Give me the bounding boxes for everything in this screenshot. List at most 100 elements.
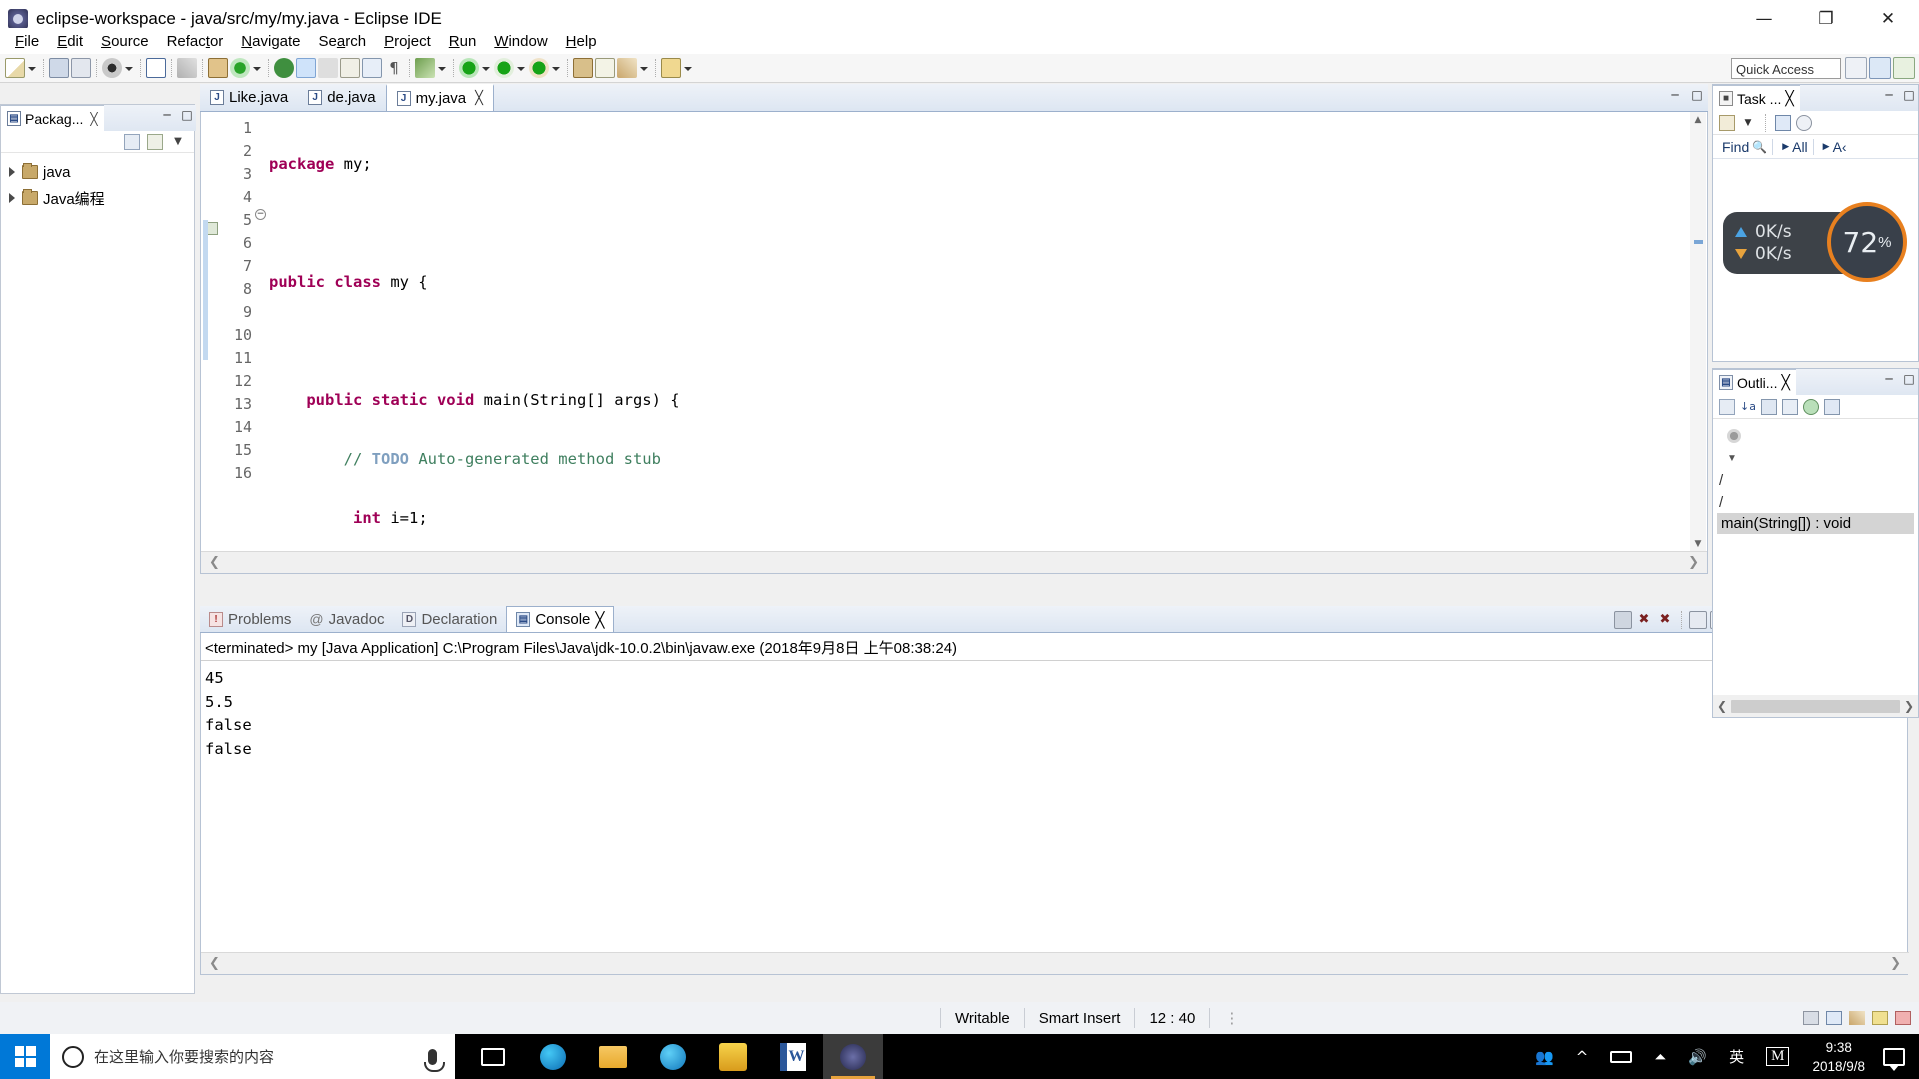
scroll-left-icon[interactable]: ❮	[209, 555, 220, 570]
menu-search[interactable]: Search	[310, 30, 376, 53]
tab-outline[interactable]: ▤ Outli... ╳	[1713, 369, 1796, 395]
close-icon[interactable]: ╳	[1781, 374, 1789, 391]
close-icon[interactable]: ╳	[595, 611, 604, 629]
menu-navigate[interactable]: Navigate	[232, 30, 309, 53]
search-icon[interactable]: 🔍	[1752, 140, 1767, 154]
minimize-icon[interactable]: ─	[1882, 373, 1896, 387]
taskbar-explorer-button[interactable]	[583, 1034, 643, 1079]
battery-icon[interactable]	[1599, 1050, 1643, 1063]
clear-console-icon[interactable]	[1689, 611, 1707, 629]
print-dropdown-arrow[interactable]	[123, 58, 134, 78]
scroll-right-icon[interactable]: ❯	[1688, 555, 1699, 570]
schedule-icon[interactable]	[1796, 114, 1812, 131]
sort-alphabetically-icon[interactable]: ↓a	[1740, 399, 1756, 415]
terminate-icon[interactable]	[1614, 611, 1632, 629]
tab-package-explorer[interactable]: ▤ Packag... ╳	[1, 105, 104, 131]
open-task-icon[interactable]	[362, 58, 382, 78]
remove-all-launches-icon[interactable]: ✖	[1656, 611, 1674, 629]
outline-item-package[interactable]	[1717, 425, 1914, 447]
scrollbar-thumb[interactable]	[1731, 699, 1900, 713]
code-content[interactable]: package my; public class my { public sta…	[269, 117, 1569, 573]
editor-tab-my-java[interactable]: J my.java ╳	[385, 84, 494, 111]
taskbar-word-button[interactable]: W	[763, 1034, 823, 1079]
hide-non-public-icon[interactable]	[1803, 398, 1819, 415]
maximize-icon[interactable]: □	[180, 109, 194, 123]
refresh-dropdown-arrow[interactable]	[251, 58, 262, 78]
remove-launch-icon[interactable]: ✖	[1635, 611, 1653, 629]
open-perspective-icon[interactable]	[1845, 57, 1867, 79]
editor-horizontal-scrollbar[interactable]: ❮ ❯	[201, 551, 1707, 573]
find-field[interactable]: Find 🔍	[1717, 138, 1774, 155]
hide-fields-icon[interactable]	[1761, 398, 1777, 415]
scroll-left-icon[interactable]: ❮	[1717, 699, 1727, 713]
maximize-icon[interactable]: □	[1902, 373, 1916, 387]
java-perspective-icon[interactable]	[1869, 57, 1891, 79]
ime-language-icon[interactable]: 英	[1718, 1046, 1755, 1067]
new-task-dropdown-icon[interactable]: ▼	[1740, 115, 1756, 131]
menu-edit[interactable]: Edit	[48, 30, 92, 53]
taskbar-eclipse-button[interactable]	[823, 1034, 883, 1079]
new-class-icon[interactable]	[595, 58, 615, 78]
overview-marker[interactable]	[1694, 240, 1703, 244]
microphone-icon[interactable]	[424, 1048, 445, 1072]
skip-breakpoints-icon[interactable]	[318, 58, 338, 78]
outline-item-main-method[interactable]: main(String[]) : void	[1717, 513, 1914, 534]
edit-highlight-icon[interactable]	[296, 58, 316, 78]
wifi-icon[interactable]: ⏶	[1643, 1048, 1677, 1066]
close-icon[interactable]: ╳	[1785, 90, 1793, 107]
debug-perspective-switch-icon[interactable]	[1893, 57, 1915, 79]
outline-tree[interactable]: ▼ / / main(String[]) : void	[1713, 419, 1918, 540]
debug-perspective-icon[interactable]	[274, 58, 294, 78]
build-status-icon[interactable]	[1826, 1011, 1842, 1025]
link-editor-icon[interactable]	[147, 133, 163, 150]
annotation-icon[interactable]	[617, 58, 637, 78]
taskbar-search-input[interactable]: 在这里输入你要搜索的内容	[50, 1034, 455, 1079]
menu-refactor[interactable]: Refactor	[158, 30, 233, 53]
new-dropdown-arrow[interactable]	[26, 58, 37, 78]
tab-declaration[interactable]: D Declaration	[393, 606, 506, 632]
close-icon[interactable]: ╳	[90, 112, 97, 126]
scroll-up-icon[interactable]: ▲	[1690, 112, 1706, 128]
new-package-icon[interactable]	[573, 58, 593, 78]
taskbar-app-yellow-button[interactable]	[703, 1034, 763, 1079]
editor-tab-de-java[interactable]: J de.java	[298, 84, 385, 111]
maximize-icon[interactable]: □	[1902, 89, 1916, 103]
outline-item-field-a[interactable]: /	[1717, 469, 1914, 491]
hide-local-types-icon[interactable]	[1824, 398, 1840, 415]
new-java-file-icon[interactable]	[146, 58, 166, 78]
taskbar-clock[interactable]: 9:38 2018/9/8	[1800, 1038, 1877, 1076]
tab-task-list[interactable]: ■ Task ... ╳	[1713, 85, 1800, 111]
chevron-down-icon[interactable]: ▼	[1727, 453, 1737, 464]
print-icon[interactable]	[102, 58, 122, 78]
step-icon[interactable]	[415, 58, 435, 78]
tab-javadoc[interactable]: @ Javadoc	[300, 606, 393, 632]
chevron-right-icon[interactable]	[7, 193, 17, 203]
pilcrow-icon[interactable]: ¶	[384, 58, 404, 78]
menu-window[interactable]: Window	[485, 30, 556, 53]
cpu-usage-gauge[interactable]: 72%	[1827, 202, 1907, 282]
action-center-icon[interactable]	[1883, 1047, 1905, 1071]
source-editor[interactable]: 1 2 3 4 5 6 7 8 9 10 11 12 13 14 15 16 −…	[200, 112, 1708, 574]
new-wizard-icon[interactable]	[5, 58, 25, 78]
warning-status-icon[interactable]	[1872, 1011, 1888, 1025]
tab-console[interactable]: ▤ Console ╳	[506, 606, 615, 632]
taskbar-edge2-button[interactable]	[643, 1034, 703, 1079]
maximize-icon[interactable]: □	[1690, 89, 1704, 103]
search-icon[interactable]	[208, 58, 228, 78]
run-external-icon[interactable]	[494, 58, 514, 78]
chevron-right-icon[interactable]	[7, 167, 17, 177]
outline-horizontal-scrollbar[interactable]: ❮ ❯	[1713, 695, 1918, 717]
synchronize-icon[interactable]	[1775, 114, 1791, 131]
filter-activate[interactable]: ▶ A‹	[1818, 139, 1852, 155]
refresh-icon[interactable]	[230, 58, 250, 78]
download-icon[interactable]	[661, 58, 681, 78]
collapse-all-icon[interactable]	[124, 133, 140, 150]
hide-static-icon[interactable]	[1782, 398, 1798, 415]
menu-help[interactable]: Help	[557, 30, 606, 53]
menu-project[interactable]: Project	[375, 30, 440, 53]
scroll-left-icon[interactable]: ❮	[209, 956, 220, 971]
editor-vertical-scrollbar[interactable]: ▲ ▼	[1690, 112, 1706, 552]
save-icon[interactable]	[49, 58, 69, 78]
ime-mode-icon[interactable]: M	[1755, 1047, 1800, 1066]
scroll-right-icon[interactable]: ❯	[1904, 699, 1914, 713]
